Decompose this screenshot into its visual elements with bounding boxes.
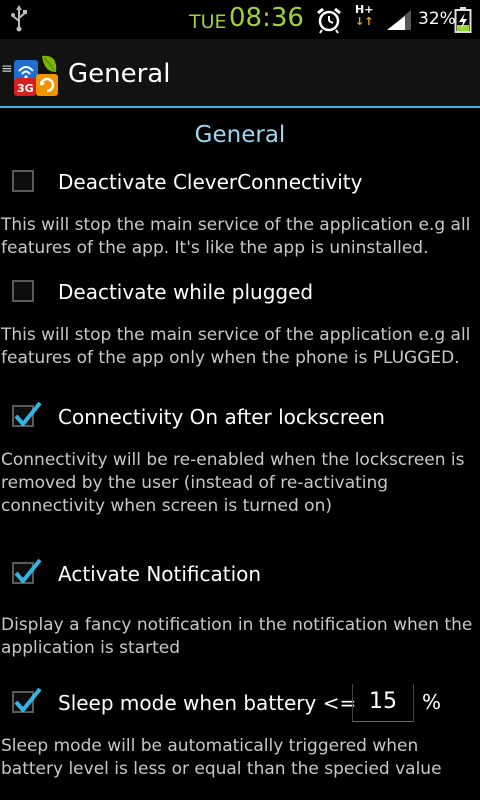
alarm-clock-icon — [315, 6, 343, 38]
svg-text:3G: 3G — [17, 82, 34, 95]
status-day: TUE — [189, 11, 227, 33]
status-bar: TUE 08:36 H+ ↓↑ 32% — [0, 0, 480, 38]
setting-label-deactivate-app[interactable]: Deactivate CleverConnectivity — [58, 170, 362, 194]
setting-description-deactivate-plugged: This will stop the main service of the a… — [1, 325, 471, 368]
setting-label-deactivate-plugged[interactable]: Deactivate while plugged — [58, 280, 313, 304]
setting-description-deactivate-app: This will stop the main service of the a… — [1, 215, 471, 258]
action-bar-title: General — [68, 59, 171, 89]
checkmark-icon — [12, 685, 42, 719]
signal-strength-icon — [385, 9, 413, 35]
network-type-icon: H+ ↓↑ — [355, 4, 374, 28]
data-arrows-icon: ↓↑ — [355, 15, 374, 28]
setting-label-notification[interactable]: Activate Notification — [58, 562, 261, 586]
usb-icon — [10, 4, 28, 36]
settings-list: General Deactivate CleverConnectivity Th… — [0, 108, 480, 800]
battery-threshold-input[interactable]: 15 — [352, 684, 414, 722]
checkmark-icon — [12, 399, 42, 433]
battery-charging-icon — [454, 6, 472, 38]
setting-description-sleep-mode: Sleep mode will be automatically trigger… — [1, 736, 442, 779]
checkmark-icon — [12, 556, 42, 590]
battery-percent: 32% — [418, 9, 456, 29]
sleep-mode-checkbox[interactable] — [12, 687, 42, 713]
activate-notification-checkbox[interactable] — [12, 558, 42, 584]
app-logo-icon[interactable]: 3G — [14, 54, 60, 100]
deactivate-app-checkbox[interactable] — [12, 170, 34, 192]
setting-label-sleep-mode[interactable]: Sleep mode when battery <= — [58, 691, 356, 715]
drawer-menu-icon[interactable]: ≡ — [1, 62, 13, 76]
setting-description-notification: Display a fancy notification in the noti… — [1, 615, 473, 658]
setting-description-lockscreen: Connectivity will be re-enabled when the… — [1, 450, 465, 516]
deactivate-while-plugged-checkbox[interactable] — [12, 280, 34, 302]
battery-threshold-unit: % — [422, 690, 442, 714]
setting-label-lockscreen[interactable]: Connectivity On after lockscreen — [58, 405, 385, 429]
section-header: General — [194, 122, 286, 148]
action-bar: ≡ 3G General — [0, 39, 480, 107]
connectivity-after-lockscreen-checkbox[interactable] — [12, 401, 42, 427]
status-time: 08:36 — [229, 3, 304, 33]
